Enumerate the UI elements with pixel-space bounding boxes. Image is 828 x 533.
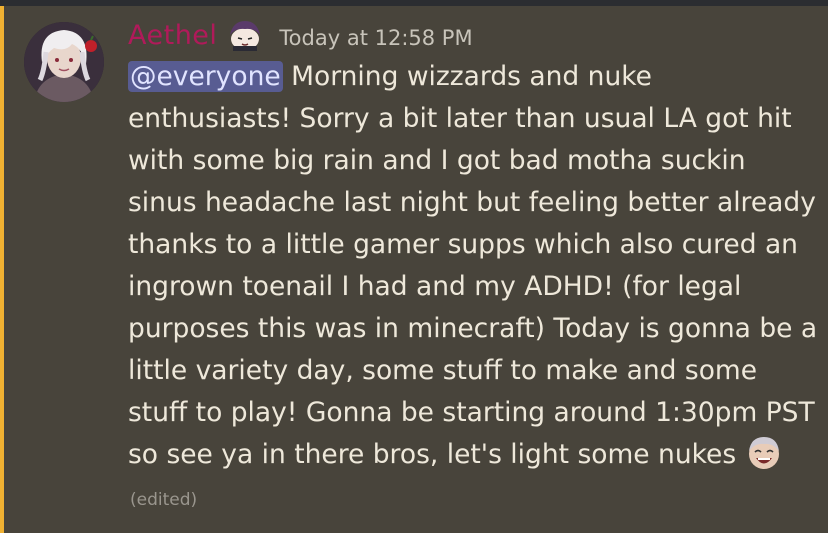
avatar-image	[24, 22, 104, 102]
mention-highlight-bar	[0, 6, 4, 533]
message-timestamp[interactable]: Today at 12:58 PM	[279, 26, 472, 50]
laughing-face-emoji[interactable]	[745, 435, 783, 471]
chat-message: Aethel Today at 12:58 PM @everyone Morni…	[0, 6, 828, 533]
everyone-mention[interactable]: @everyone	[128, 61, 283, 92]
username[interactable]: Aethel	[128, 20, 217, 51]
message-header: Aethel Today at 12:58 PM	[128, 16, 473, 54]
edited-label: (edited)	[130, 490, 198, 510]
anime-character-icon[interactable]	[225, 19, 265, 51]
message-content: @everyone Morning wizzards and nuke enth…	[128, 56, 818, 521]
message-text: Morning wizzards and nuke enthusiasts! S…	[128, 61, 818, 470]
avatar[interactable]	[24, 22, 104, 102]
